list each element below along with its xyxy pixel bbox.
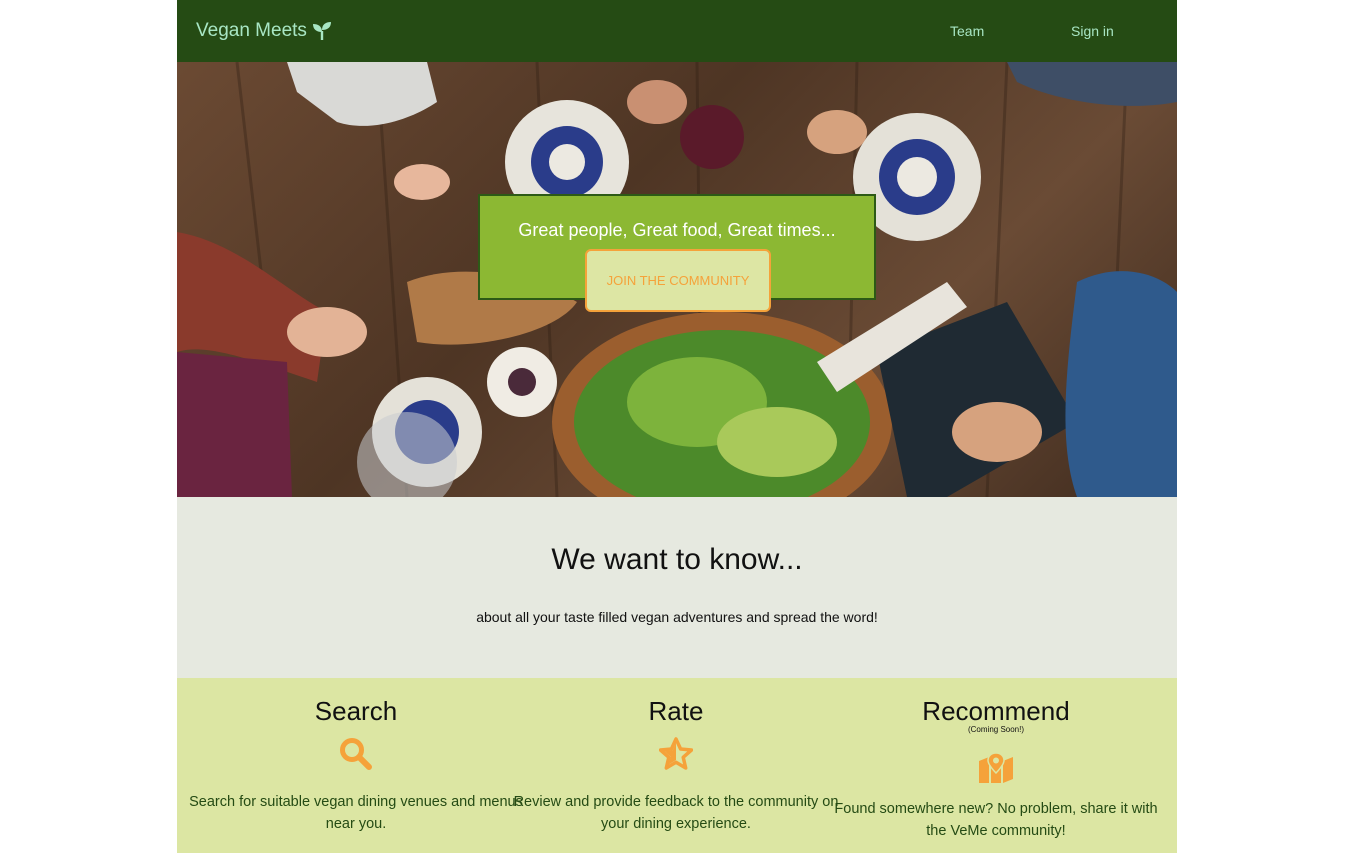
feature-recommend: Recommend (Coming Soon!) Found somewhere… [829, 678, 1163, 842]
map-marker-icon [829, 752, 1163, 798]
star-icon [509, 737, 843, 791]
coming-soon-note: (Coming Soon!) [967, 725, 1025, 734]
feature-title: Rate [648, 696, 704, 726]
feature-search: Search Search for suitable vegan dining … [189, 678, 523, 835]
feature-description: Search for suitable vegan dining venues … [189, 794, 523, 832]
seedling-icon [312, 21, 332, 41]
feature-rate: Rate Review and provide feedback to the … [509, 678, 843, 835]
intro-text: about all your taste filled vegan advent… [476, 609, 878, 625]
join-community-button[interactable]: JOIN THE COMMUNITY [585, 249, 771, 312]
navbar: Vegan Meets Team Sign in [177, 0, 1177, 62]
page: Vegan Meets Team Sign in Great people, G… [177, 0, 1177, 853]
feature-title: Recommend [922, 696, 1070, 726]
feature-description: Review and provide feedback to the commu… [513, 794, 839, 832]
hero-banner: Great people, Great food, Great times...… [177, 62, 1177, 497]
feature-title: Search [314, 696, 398, 726]
intro-heading: We want to know... [551, 543, 803, 576]
brand-link[interactable]: Vegan Meets [196, 0, 332, 62]
nav-signin-link[interactable]: Sign in [1071, 0, 1114, 62]
nav-team-link[interactable]: Team [950, 0, 984, 62]
intro-section: We want to know... about all your taste … [177, 497, 1177, 678]
hero-callout: Great people, Great food, Great times...… [478, 194, 876, 312]
hero-tagline: Great people, Great food, Great times... [518, 220, 836, 240]
feature-description: Found somewhere new? No problem, share i… [834, 801, 1158, 839]
features-section: Search Search for suitable vegan dining … [177, 678, 1177, 853]
brand-name: Vegan Meets [196, 20, 307, 41]
search-icon [189, 737, 523, 791]
